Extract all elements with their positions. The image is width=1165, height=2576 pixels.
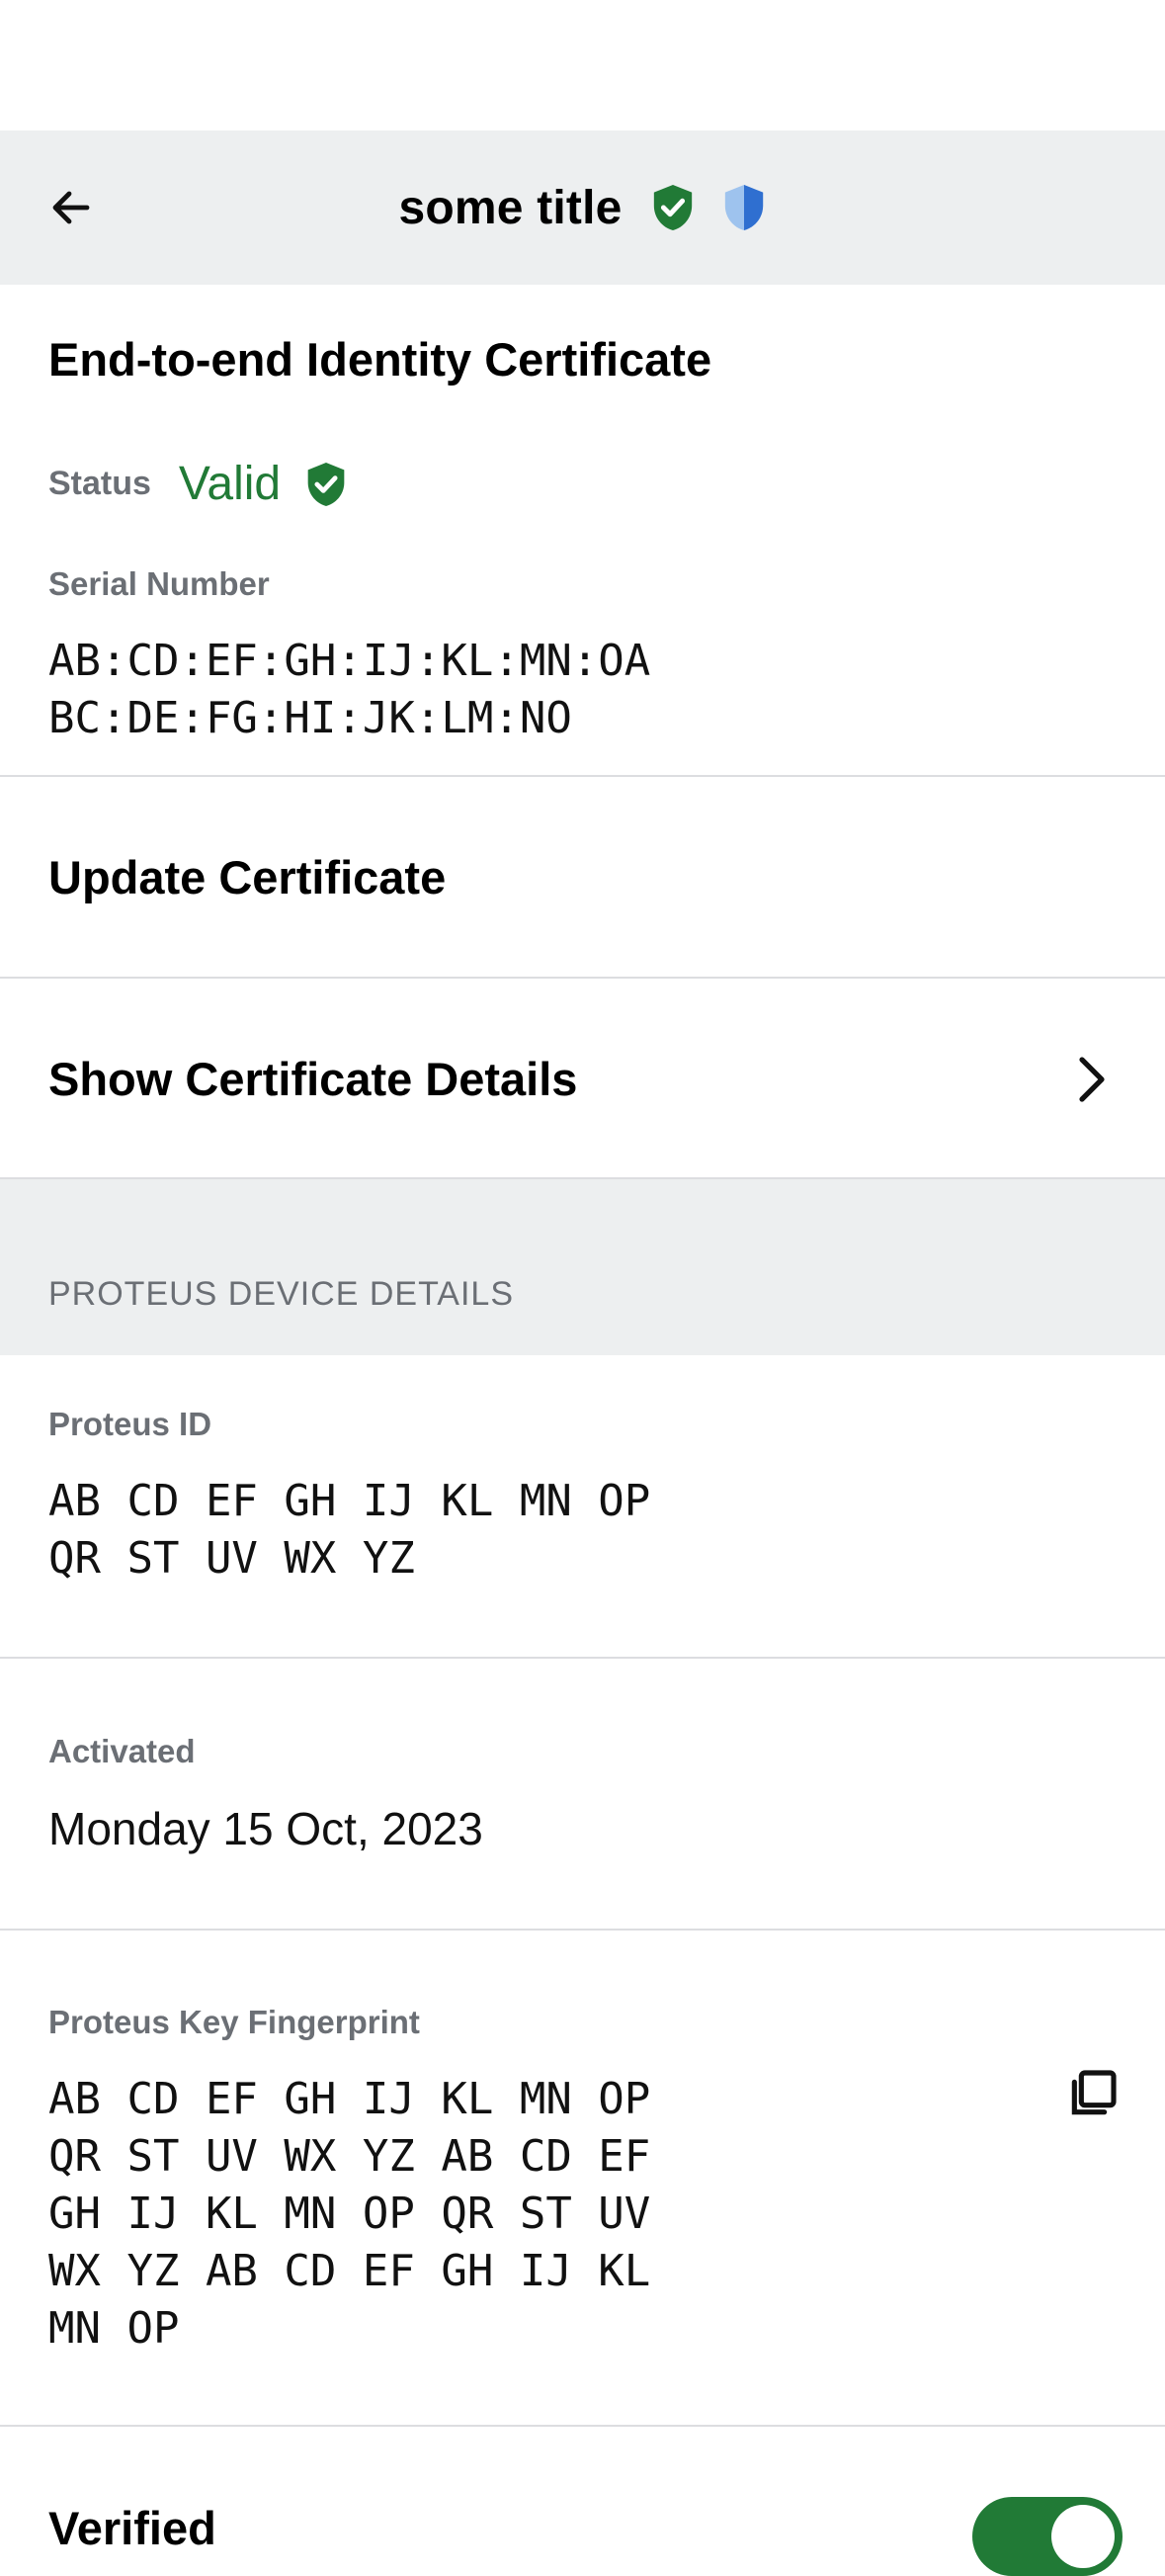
verified-label: Verified <box>48 2502 216 2554</box>
activated-label: Activated <box>48 1733 196 1769</box>
proteus-id-value: AB CD EF GH IJ KL MN OP QR ST UV WX YZ <box>48 1476 651 1584</box>
chevron-right-icon <box>1079 1057 1105 1102</box>
certificate-status-row: Status Valid <box>48 457 348 511</box>
serial-number-value: AB:CD:EF:GH:IJ:KL:MN:OA BC:DE:FG:HI:JK:L… <box>48 636 651 743</box>
shield-half-icon <box>724 185 763 230</box>
divider <box>0 2425 1165 2427</box>
status-label: Status <box>48 465 151 502</box>
fingerprint-label: Proteus Key Fingerprint <box>48 2004 420 2040</box>
top-app-bar: some title <box>0 130 1165 285</box>
update-certificate-label: Update Certificate <box>48 851 447 903</box>
copy-icon <box>1071 2070 1117 2115</box>
divider <box>0 1657 1165 1659</box>
proteus-section-title: PROTEUS DEVICE DETAILS <box>48 1275 515 1313</box>
show-certificate-details-row[interactable]: Show Certificate Details <box>0 979 1165 1178</box>
proteus-id-label: Proteus ID <box>48 1406 212 1442</box>
proteus-section-header <box>0 1179 1165 1355</box>
shield-check-icon <box>307 462 345 506</box>
verified-toggle[interactable] <box>972 2497 1123 2576</box>
show-certificate-details-label: Show Certificate Details <box>48 1053 578 1105</box>
toggle-knob <box>1051 2505 1115 2568</box>
divider <box>0 1929 1165 1931</box>
status-bar <box>0 0 1165 130</box>
certificate-heading: End-to-end Identity Certificate <box>48 333 712 386</box>
page-title: some title <box>398 181 623 234</box>
activated-value: Monday 15 Oct, 2023 <box>48 1803 483 1854</box>
serial-number-label: Serial Number <box>48 565 270 602</box>
status-value: Valid <box>178 458 282 510</box>
shield-check-icon <box>653 185 692 230</box>
copy-button[interactable] <box>1065 2066 1121 2126</box>
fingerprint-value: AB CD EF GH IJ KL MN OP QR ST UV WX YZ A… <box>48 2074 651 2354</box>
update-certificate-row[interactable]: Update Certificate <box>0 777 1165 977</box>
